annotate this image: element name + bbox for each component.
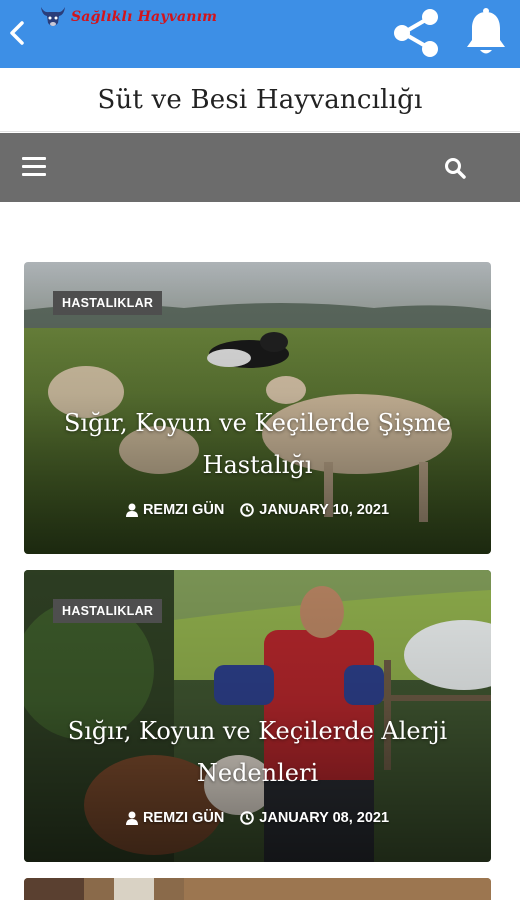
app-bar: Sağlıklı Hayvanım [0,0,520,68]
post-meta: REMZI GÜN JANUARY 10, 2021 [24,502,491,518]
bell-icon [467,8,505,54]
post-title[interactable]: Sığır, Koyun ve Keçilerde Şişme Hastalığ… [44,402,471,486]
post-date: JANUARY 08, 2021 [240,810,389,826]
chevron-left-icon [10,21,24,45]
nav-bar [0,133,520,202]
site-title[interactable]: Süt ve Besi Hayvancılığı [97,85,422,115]
user-icon [125,503,138,517]
logo-text: Sağlıklı Hayvanım [71,9,218,25]
category-badge[interactable]: HASTALIKLAR [53,599,163,623]
hamburger-menu-icon[interactable] [22,157,46,179]
share-button[interactable] [390,6,442,60]
post-card[interactable]: HASTALIKLAR Sığır, Koyun ve Keçilerde Şi… [24,262,491,554]
post-author[interactable]: REMZI GÜN [125,502,225,518]
category-badge[interactable]: HASTALIKLAR [53,291,163,315]
notifications-button[interactable] [462,6,510,60]
author-name: REMZI GÜN [142,502,225,518]
post-card[interactable]: HASTALIKLAR Sığır, Koyun ve Keçilerde Al… [24,570,491,862]
date-text: JANUARY 08, 2021 [259,810,390,826]
post-author[interactable]: REMZI GÜN [125,810,225,826]
clock-icon [240,811,255,825]
post-meta: REMZI GÜN JANUARY 08, 2021 [24,810,491,826]
bull-logo-icon [41,7,65,26]
search-icon [445,158,466,179]
app-logo[interactable]: Sağlıklı Hayvanım [38,2,217,32]
post-image-partial [24,878,491,900]
user-icon [125,811,138,825]
date-text: JANUARY 10, 2021 [259,502,390,518]
post-title[interactable]: Sığır, Koyun ve Keçilerde Alerji Nedenle… [44,710,471,794]
author-name: REMZI GÜN [142,810,225,826]
share-icon [394,9,438,57]
clock-icon [240,503,255,517]
search-button[interactable] [444,157,468,181]
site-header: Süt ve Besi Hayvancılığı [0,68,520,132]
back-button[interactable] [6,16,28,50]
post-card-partial[interactable] [24,878,491,900]
post-date: JANUARY 10, 2021 [240,502,389,518]
